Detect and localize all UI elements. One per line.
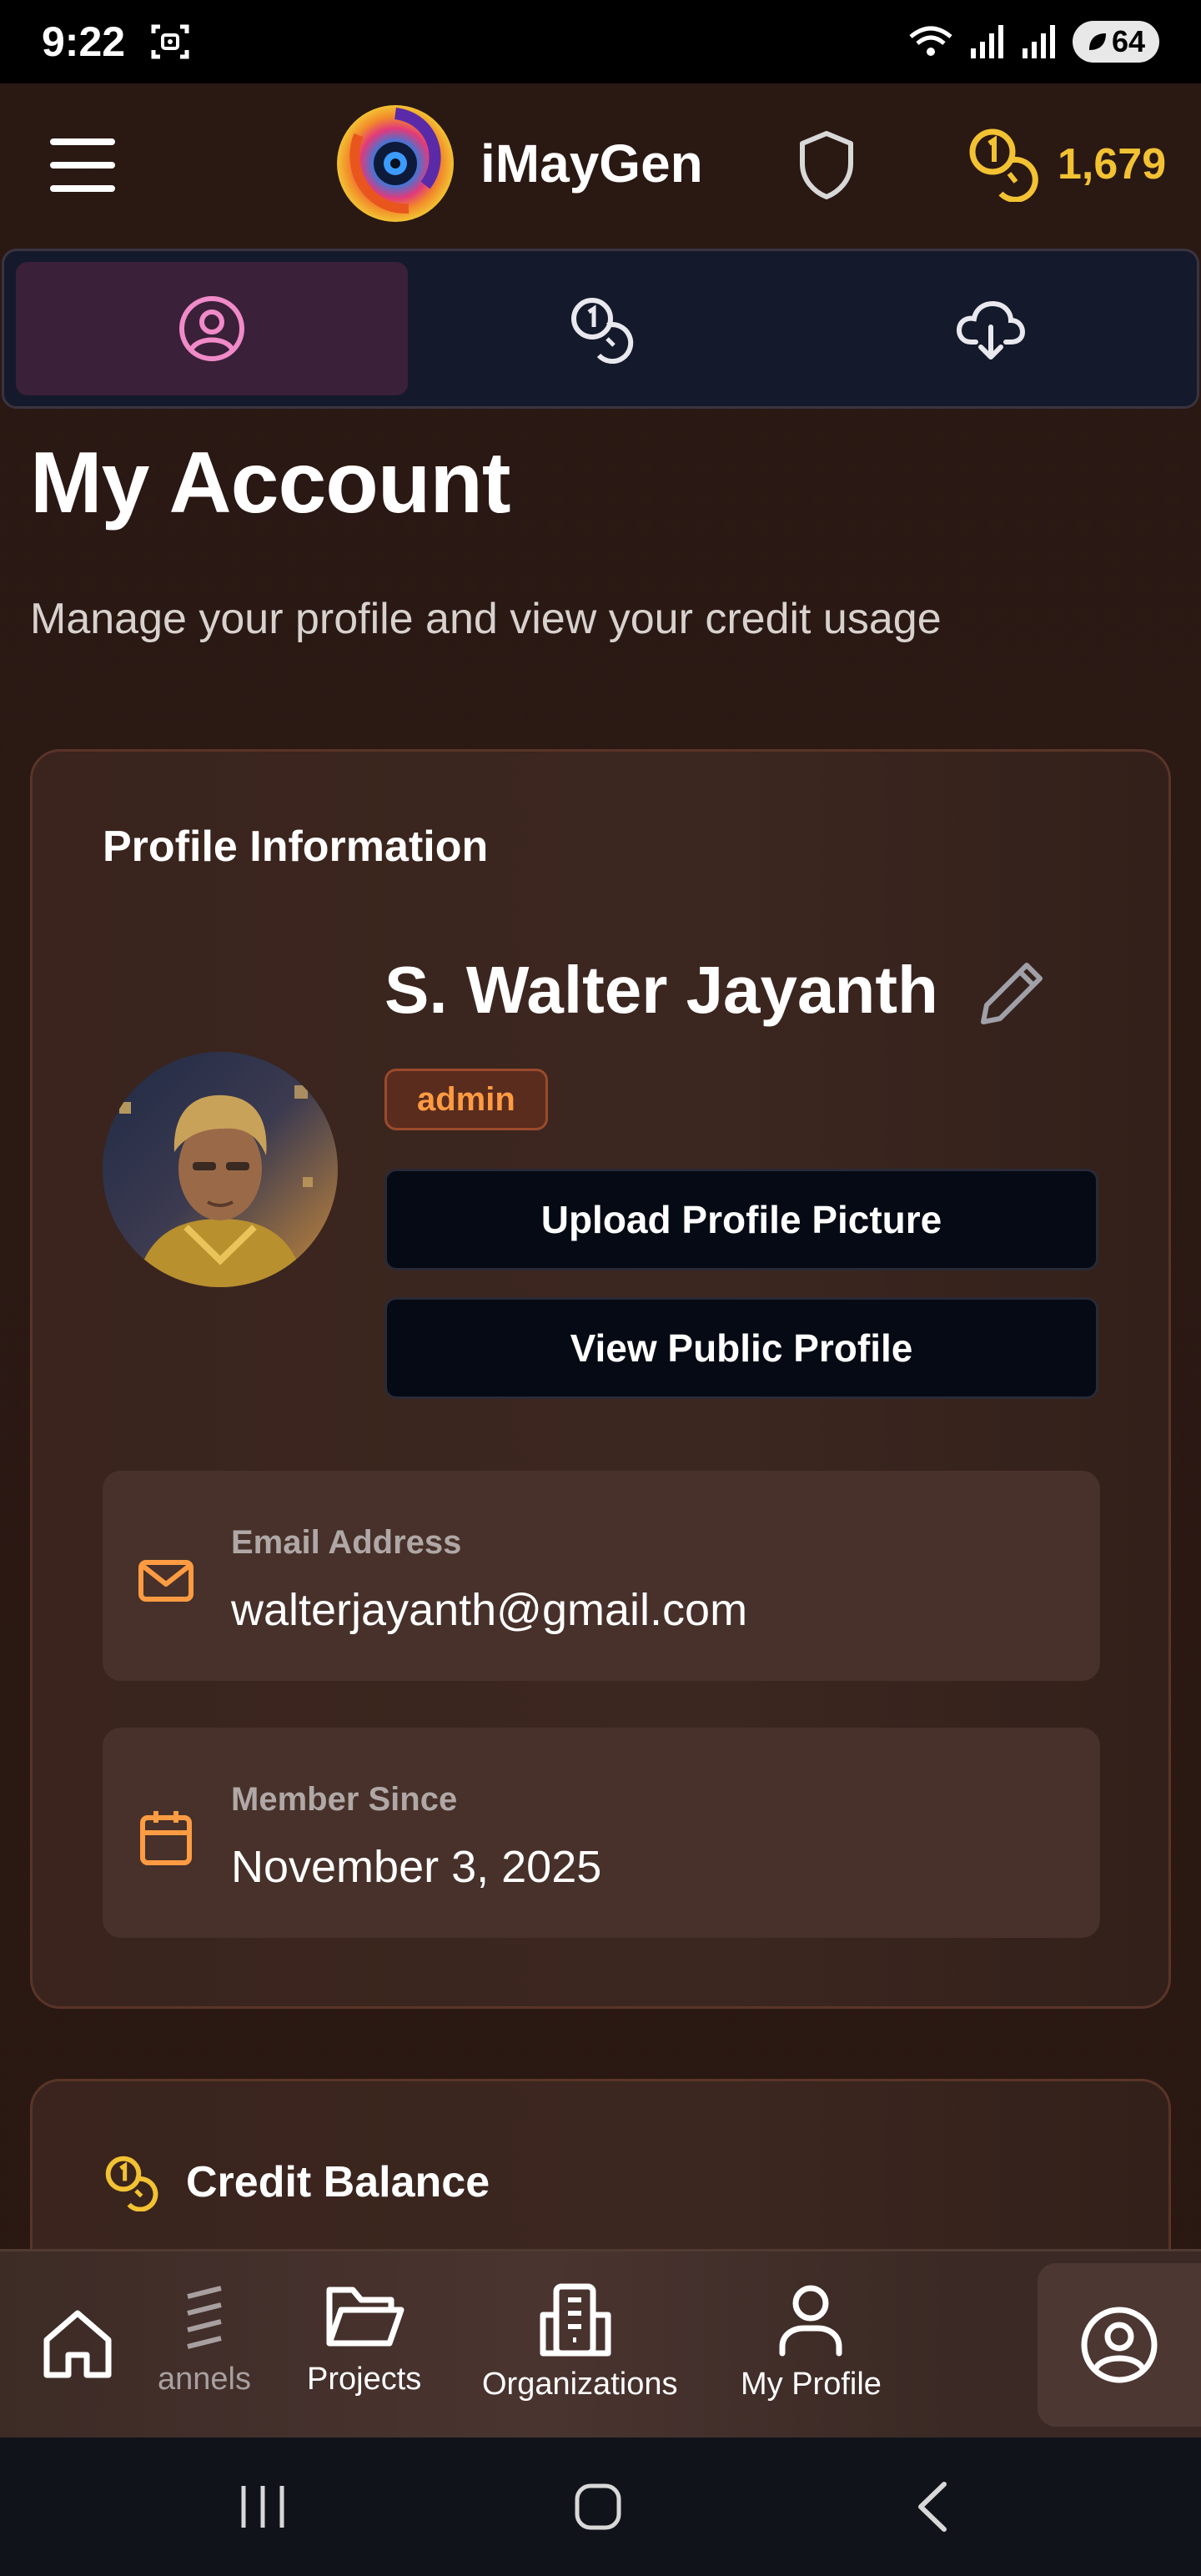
nav-my-profile-label: My Profile <box>741 2367 882 2402</box>
user-name: S. Walter Jayanth <box>384 953 938 1027</box>
home-icon <box>43 2310 112 2378</box>
profile-card-heading: Profile Information <box>103 823 489 871</box>
channels-icon <box>187 2286 222 2349</box>
coins-icon <box>105 2156 158 2211</box>
nav-projects-label: Projects <box>307 2362 422 2397</box>
menu-icon-bar <box>50 161 115 169</box>
signal-icon-2 <box>1023 25 1055 58</box>
page-subtitle: Manage your profile and view your credit… <box>30 595 942 643</box>
nav-organizations-label: Organizations <box>482 2367 678 2402</box>
tab-credits[interactable] <box>408 262 796 395</box>
coins-icon <box>571 298 634 364</box>
page-title: My Account <box>30 435 511 531</box>
bottom-navigation: annels Projects Organizations My Profile <box>0 2249 1201 2438</box>
system-navigation-bar <box>0 2438 1201 2576</box>
wifi-icon <box>909 26 952 56</box>
app-header: iMayGen 1,679 <box>0 83 1201 246</box>
nav-channels-label: annels <box>158 2362 251 2397</box>
email-info-box: Email Address walterjayanth@gmail.com <box>103 1471 1100 1681</box>
coins-icon <box>969 128 1038 202</box>
credit-balance-header: Credit Balance <box>103 2153 490 2211</box>
tab-profile[interactable] <box>16 262 408 395</box>
mail-icon <box>138 1560 193 1602</box>
user-icon <box>779 2285 842 2357</box>
nav-channels[interactable]: annels <box>142 2285 267 2397</box>
nav-account-button[interactable] <box>1038 2263 1201 2427</box>
avatar[interactable] <box>103 1052 338 1287</box>
view-public-profile-button[interactable]: View Public Profile <box>384 1297 1098 1399</box>
credits-value: 1,679 <box>1058 140 1167 189</box>
leaf-icon <box>1088 33 1106 50</box>
battery-level: 64 <box>1111 24 1146 58</box>
calendar-icon <box>140 1811 192 1865</box>
home-button-icon[interactable] <box>569 2478 627 2536</box>
menu-button[interactable] <box>50 138 115 192</box>
upload-profile-picture-button[interactable]: Upload Profile Picture <box>384 1169 1098 1270</box>
credits-display[interactable]: 1,679 <box>967 127 1166 202</box>
account-tab-bar <box>2 249 1199 409</box>
brand[interactable]: iMayGen <box>334 102 703 225</box>
edit-pencil-icon[interactable] <box>975 957 1048 1030</box>
user-circle-icon <box>179 296 244 361</box>
signal-icon-1 <box>971 25 1003 58</box>
user-circle-icon <box>1081 2307 1158 2383</box>
screenshot-icon <box>151 24 189 59</box>
building-icon <box>540 2283 611 2357</box>
credit-balance-title: Credit Balance <box>186 2158 490 2206</box>
email-value: walterjayanth@gmail.com <box>231 1585 748 1635</box>
brand-logo-icon <box>337 105 454 222</box>
shield-icon[interactable] <box>797 130 856 200</box>
menu-icon-bar <box>50 138 115 145</box>
recent-apps-icon[interactable] <box>234 2478 292 2536</box>
status-bar: 9:22 64 <box>0 0 1201 83</box>
folder-open-icon <box>326 2287 405 2347</box>
menu-icon-bar <box>50 184 115 192</box>
nav-projects[interactable]: Projects <box>307 2282 421 2397</box>
member-since-label: Member Since <box>231 1781 458 1818</box>
member-since-value: November 3, 2025 <box>231 1842 602 1892</box>
member-since-info-box: Member Since November 3, 2025 <box>103 1728 1100 1938</box>
nav-home[interactable] <box>40 2307 115 2382</box>
brand-name: iMayGen <box>480 133 703 194</box>
role-badge: admin <box>384 1069 548 1130</box>
profile-information-card: Profile Information S. Walter Jayanth ad… <box>30 749 1171 2009</box>
nav-my-profile[interactable]: My Profile <box>741 2282 882 2402</box>
back-icon[interactable] <box>906 2478 964 2536</box>
tab-downloads[interactable] <box>796 262 1185 395</box>
nav-organizations[interactable]: Organizations <box>482 2282 677 2402</box>
battery-indicator: 64 <box>1073 21 1159 63</box>
cloud-download-icon <box>956 300 1026 360</box>
email-label: Email Address <box>231 1524 462 1561</box>
status-time: 9:22 <box>42 18 126 65</box>
avatar-image <box>103 1052 338 1287</box>
